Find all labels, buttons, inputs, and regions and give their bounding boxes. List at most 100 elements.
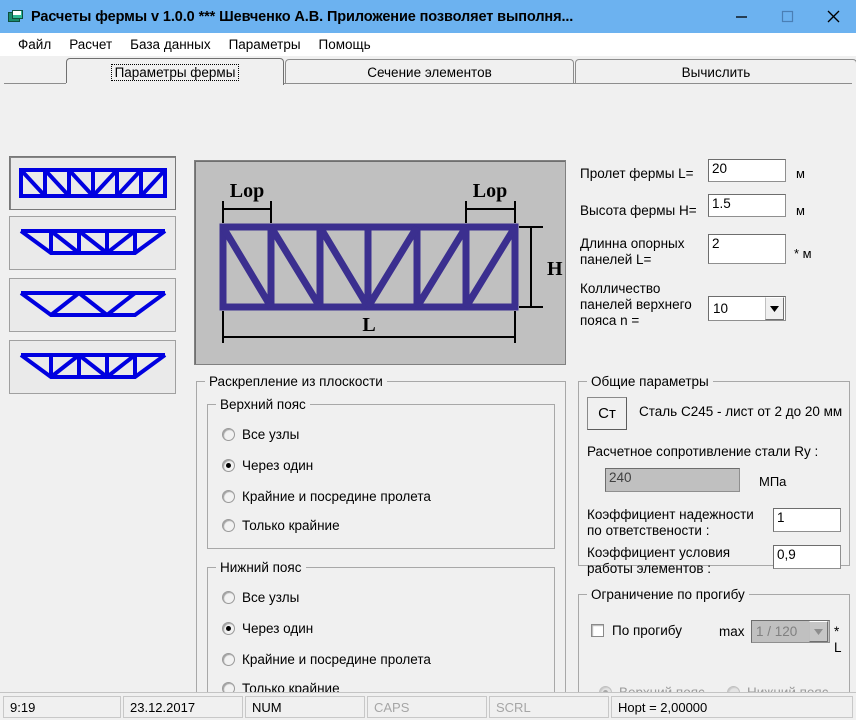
bottom-chord-option-every-other-label: Через один xyxy=(242,621,313,636)
radio-icon xyxy=(222,591,235,604)
menu-item-file[interactable]: Файл xyxy=(9,35,60,54)
reliability-coefficient-label: Коэффициент надежности по ответствености… xyxy=(587,507,772,539)
menu-item-help[interactable]: Помощь xyxy=(310,35,380,54)
deflection-multiplier-label: * L xyxy=(834,624,849,656)
diagram-label-lop-left: Lop xyxy=(230,180,264,202)
ry-label: Расчетное сопротивление стали Ry : xyxy=(587,444,818,460)
menu-item-database[interactable]: База данных xyxy=(121,35,219,54)
bottom-chord-group-title: Нижний пояс xyxy=(216,560,306,575)
tab-element-sections[interactable]: Сечение элементов xyxy=(285,59,574,84)
tab-calculate[interactable]: Вычислить xyxy=(575,59,856,84)
status-date: 23.12.2017 xyxy=(123,696,243,718)
app-folder-icon xyxy=(8,9,24,25)
status-caps: CAPS xyxy=(367,696,487,718)
title-bar: Расчеты фермы v 1.0.0 *** Шевченко А.В. … xyxy=(0,0,856,33)
status-time: 9:19 xyxy=(3,696,121,718)
general-parameters-group: Общие параметры Ст Сталь С245 - лист от … xyxy=(578,381,850,566)
ry-unit: МПа xyxy=(759,474,786,489)
radio-icon xyxy=(222,490,235,503)
radio-icon xyxy=(222,459,235,472)
general-parameters-group-title: Общие параметры xyxy=(587,374,713,389)
status-bar: 9:19 23.12.2017 NUM CAPS SCRL Hopt = 2,0… xyxy=(0,692,856,720)
support-panel-length-input[interactable]: 2 xyxy=(708,234,786,264)
menu-item-parameters[interactable]: Параметры xyxy=(220,35,310,54)
tab-element-sections-label: Сечение элементов xyxy=(367,65,492,80)
deflection-checkbox-row[interactable]: По прогибу xyxy=(591,623,682,638)
bottom-chord-group: Нижний пояс Все узлы Через один Крайние … xyxy=(207,567,555,712)
tab-strip: Параметры фермы Сечение элементов Вычисл… xyxy=(4,58,852,84)
deflection-checkbox-label: По прогибу xyxy=(612,623,682,638)
reliability-coefficient-input[interactable]: 1 xyxy=(773,508,841,532)
checkbox-icon[interactable] xyxy=(591,624,604,637)
deflection-limit-group-title: Ограничение по прогибу xyxy=(587,587,749,602)
panel-count-combo[interactable]: 10 xyxy=(708,296,786,321)
client-area: Параметры фермы Сечение элементов Вычисл… xyxy=(0,56,856,692)
panel-count-label: Колличество панелей верхнего пояса n = xyxy=(580,281,708,329)
span-unit: м xyxy=(796,166,805,181)
span-label: Пролет фермы L= xyxy=(580,166,694,182)
trapezoidal-truss-diagonal-icon xyxy=(17,223,169,263)
working-condition-coefficient-input[interactable]: 0,9 xyxy=(773,545,841,569)
steel-description: Сталь С245 - лист от 2 до 20 мм xyxy=(639,404,842,420)
top-chord-group-title: Верхний пояс xyxy=(216,397,310,412)
diagram-label-span: L xyxy=(362,314,375,336)
top-chord-option-ends-only[interactable]: Только крайние xyxy=(222,518,340,533)
top-chord-option-ends-only-label: Только крайние xyxy=(242,518,340,533)
radio-icon xyxy=(222,519,235,532)
bottom-chord-option-all-nodes[interactable]: Все узлы xyxy=(222,590,299,605)
deflection-max-label: max xyxy=(719,624,745,640)
truss-type-parallel-chord-truss[interactable] xyxy=(9,156,176,210)
menu-item-calculation[interactable]: Расчет xyxy=(60,35,121,54)
status-hopt: Hopt = 2,00000 xyxy=(611,696,853,718)
truss-type-trapezoidal-truss-diagonal[interactable] xyxy=(9,216,176,270)
truss-diagram-panel: Lop Lop H L xyxy=(194,160,566,365)
working-condition-coefficient-label: Коэффициент условия работы элементов : xyxy=(587,545,772,577)
window-controls xyxy=(718,0,856,33)
radio-icon xyxy=(222,622,235,635)
tab-truss-parameters-label: Параметры фермы xyxy=(111,64,240,81)
menu-bar: Файл Расчет База данных Параметры Помощь xyxy=(0,33,856,56)
chevron-down-icon[interactable] xyxy=(809,621,828,642)
deflection-max-value: 1 / 120 xyxy=(752,624,808,639)
top-chord-option-every-other-label: Через один xyxy=(242,458,313,473)
triangular-web-truss-icon xyxy=(17,285,169,325)
truss-type-triangular-web-truss[interactable] xyxy=(9,278,176,332)
close-button[interactable] xyxy=(810,0,856,33)
truss-type-trapezoidal-truss-vertical[interactable] xyxy=(9,340,176,394)
ry-value-field: 240 xyxy=(605,468,740,492)
trapezoidal-truss-vertical-icon xyxy=(17,347,169,387)
top-chord-option-all-nodes[interactable]: Все узлы xyxy=(222,427,299,442)
out-of-plane-group: Раскрепление из плоскости Верхний пояс В… xyxy=(196,381,566,720)
top-chord-option-ends-and-midspan[interactable]: Крайние и посредине пролета xyxy=(222,489,431,504)
status-scrl: SCRL xyxy=(489,696,609,718)
tab-truss-parameters[interactable]: Параметры фермы xyxy=(66,58,284,85)
bottom-chord-option-ends-and-midspan[interactable]: Крайние и посредине пролета xyxy=(222,652,431,667)
top-chord-option-ends-and-midspan-label: Крайние и посредине пролета xyxy=(242,489,431,504)
window-title: Расчеты фермы v 1.0.0 *** Шевченко А.В. … xyxy=(31,9,573,25)
tab-active-cover xyxy=(66,83,280,85)
diagram-label-lop-right: Lop xyxy=(473,180,507,202)
support-panel-length-label: Длинна опорных панелей L= xyxy=(580,236,705,268)
top-chord-option-all-nodes-label: Все узлы xyxy=(242,427,299,442)
panel-count-value: 10 xyxy=(709,301,764,316)
top-chord-group: Верхний пояс Все узлы Через один Крайние… xyxy=(207,404,555,549)
diagram-label-height: H xyxy=(547,258,563,280)
maximize-button[interactable] xyxy=(764,0,810,33)
height-input[interactable]: 1.5 xyxy=(708,194,786,217)
support-panel-length-unit: * м xyxy=(794,246,812,261)
top-chord-option-every-other[interactable]: Через один xyxy=(222,458,313,473)
radio-icon xyxy=(222,653,235,666)
bottom-chord-option-every-other[interactable]: Через один xyxy=(222,621,313,636)
height-label: Высота фермы H= xyxy=(580,203,697,219)
steel-select-button[interactable]: Ст xyxy=(587,397,627,430)
minimize-button[interactable] xyxy=(718,0,764,33)
chevron-down-icon[interactable] xyxy=(765,297,784,320)
out-of-plane-group-title: Раскрепление из плоскости xyxy=(205,374,387,389)
status-num: NUM xyxy=(245,696,365,718)
bottom-chord-option-ends-and-midspan-label: Крайние и посредине пролета xyxy=(242,652,431,667)
tab-calculate-label: Вычислить xyxy=(682,65,751,80)
deflection-max-combo[interactable]: 1 / 120 xyxy=(751,620,830,643)
bottom-chord-option-all-nodes-label: Все узлы xyxy=(242,590,299,605)
radio-icon xyxy=(222,428,235,441)
span-input[interactable]: 20 xyxy=(708,159,786,182)
